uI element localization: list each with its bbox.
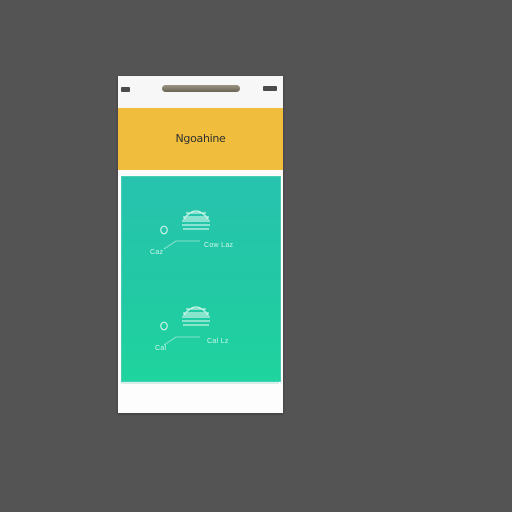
app-title: Ngoahine	[175, 132, 226, 145]
card-right-label: Cow Laz	[204, 242, 234, 249]
tent-icon	[182, 210, 210, 230]
list-item[interactable]: Caz Cow Laz	[122, 205, 280, 275]
pin-icon	[160, 225, 168, 235]
speaker-grille	[162, 85, 240, 92]
card-right-label: Cal Lz	[207, 338, 229, 345]
card-left-label: Caz	[150, 249, 164, 256]
list-item[interactable]: Cal Cal Lz	[122, 301, 280, 371]
pin-icon	[160, 321, 168, 331]
status-bar	[118, 76, 283, 108]
phone-mockup: Ngoahine Caz Cow Laz Cal Cal Lz	[118, 76, 283, 413]
sensor-icon	[263, 86, 277, 91]
connector-line	[163, 240, 200, 250]
content-divider	[121, 382, 279, 384]
camera-icon	[121, 87, 130, 92]
app-header: Ngoahine	[118, 108, 283, 170]
card-left-label: Cal	[155, 345, 167, 352]
content-panel[interactable]: Caz Cow Laz Cal Cal Lz	[121, 176, 281, 382]
connector-line	[163, 336, 200, 346]
tent-icon	[182, 306, 210, 326]
